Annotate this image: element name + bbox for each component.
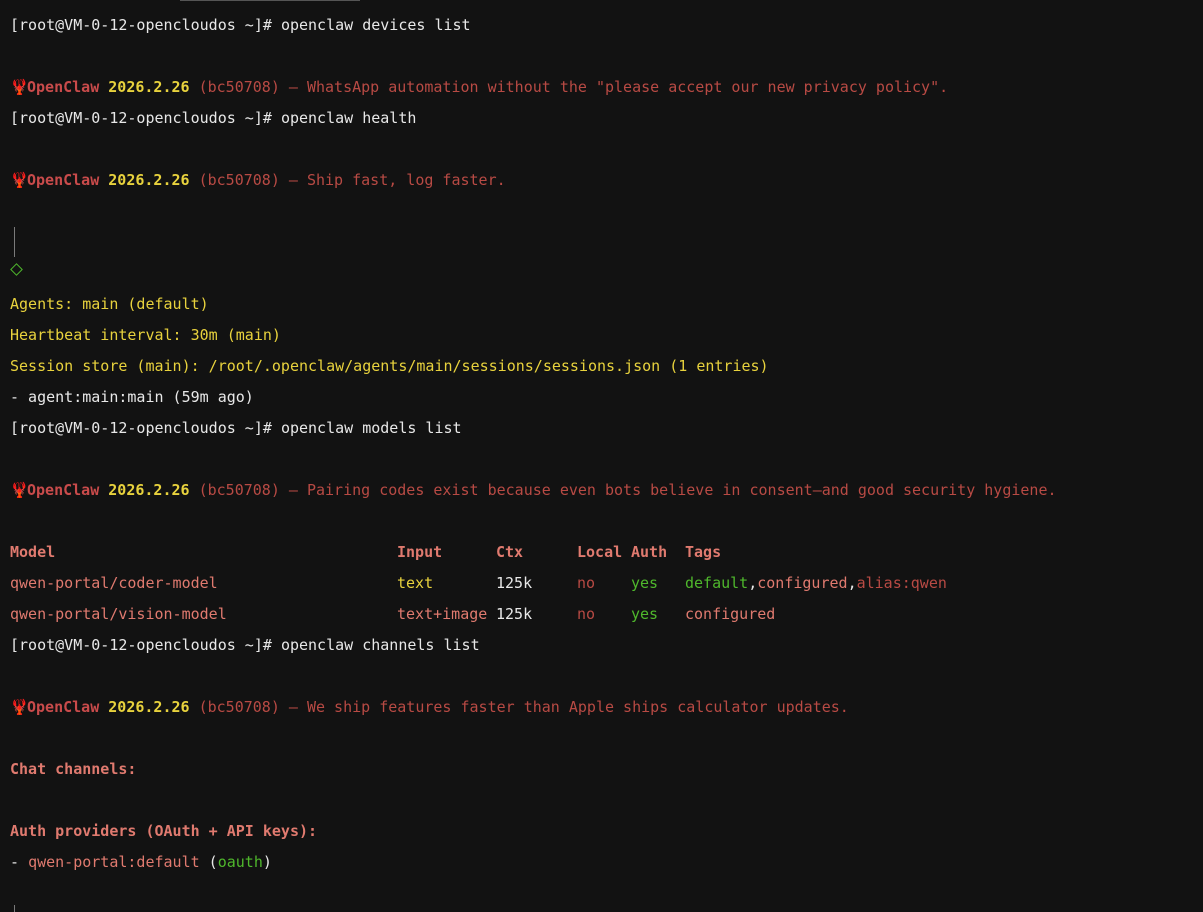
- dash: —: [288, 78, 298, 96]
- col-header-input: Input: [397, 543, 443, 561]
- command-text: openclaw channels list: [280, 636, 480, 654]
- brand-name: OpenClaw: [27, 481, 100, 499]
- model-tags: configured: [685, 605, 776, 623]
- tree-line-icon: [14, 227, 15, 257]
- shell-prompt: [root@VM-0-12-opencloudos ~]#: [10, 419, 281, 437]
- tagline: Ship fast, log faster.: [306, 171, 506, 189]
- auth-providers-heading: Auth providers (OAuth + API keys):: [10, 822, 318, 840]
- model-ctx: 125k: [496, 605, 533, 623]
- provider-name: qwen-portal:default: [28, 853, 200, 871]
- col-header-model: Model: [10, 543, 56, 561]
- version: 2026.2.26: [108, 171, 190, 189]
- build-hash: (bc50708): [198, 698, 280, 716]
- tag-default: default: [685, 574, 749, 592]
- lobster-icon: 🦞: [10, 171, 29, 189]
- tag-separator: ,: [748, 574, 758, 592]
- provider-method: oauth: [217, 853, 263, 871]
- brand-name: OpenClaw: [27, 78, 100, 96]
- command-text: openclaw health: [280, 109, 417, 127]
- col-header-ctx: Ctx: [496, 543, 524, 561]
- tagline: WhatsApp automation without the "please …: [306, 78, 949, 96]
- build-hash: (bc50708): [198, 481, 280, 499]
- brand-name: OpenClaw: [27, 698, 100, 716]
- shell-prompt: [root@VM-0-12-opencloudos ~]#: [10, 16, 281, 34]
- model-auth: yes: [631, 574, 659, 592]
- dash: —: [288, 171, 298, 189]
- model-local: no: [577, 605, 596, 623]
- command-line-models: [root@VM-0-12-opencloudos ~]# openclaw m…: [10, 413, 462, 444]
- lobster-icon: 🦞: [10, 698, 29, 716]
- health-agents: Agents: main (default): [10, 295, 209, 313]
- model-input: text: [397, 574, 434, 592]
- lobster-icon: 🦞: [10, 481, 29, 499]
- banner-models: 🦞OpenClaw 2026.2.26 (bc50708) — Pairing …: [10, 475, 1057, 506]
- dash: —: [288, 481, 298, 499]
- tag-configured: configured: [757, 574, 848, 592]
- terminal-window[interactable]: [root@VM-0-12-opencloudos ~]# openclaw d…: [0, 0, 1203, 912]
- health-agent-item: - agent:main:main (59m ago): [10, 388, 254, 406]
- model-name: qwen-portal/vision-model: [10, 605, 227, 623]
- version: 2026.2.26: [108, 698, 190, 716]
- col-header-auth: Auth: [631, 543, 668, 561]
- shell-prompt: [root@VM-0-12-opencloudos ~]#: [10, 636, 281, 654]
- table-row: qwen-portal/vision-model text+image 125k…: [10, 599, 1190, 630]
- banner-health: 🦞OpenClaw 2026.2.26 (bc50708) — Ship fas…: [10, 165, 506, 196]
- model-tags: default,configured,alias:qwen: [685, 568, 947, 599]
- lobster-icon: 🦞: [10, 78, 29, 96]
- command-text: openclaw models list: [280, 419, 462, 437]
- command-line-health: [root@VM-0-12-opencloudos ~]# openclaw h…: [10, 103, 416, 134]
- tag-separator: ,: [847, 574, 857, 592]
- model-local: no: [577, 574, 596, 592]
- diamond-icon: [10, 263, 23, 276]
- model-input: text+image: [397, 605, 488, 623]
- build-hash: (bc50708): [198, 78, 280, 96]
- command-line-devices: [root@VM-0-12-opencloudos ~]# openclaw d…: [10, 10, 471, 41]
- paren-close: ): [262, 853, 272, 871]
- health-session-store: Session store (main): /root/.openclaw/ag…: [10, 357, 769, 375]
- command-text: openclaw devices list: [280, 16, 471, 34]
- tree-line-icon: [14, 905, 15, 912]
- auth-provider-item: - qwen-portal:default (oauth): [10, 847, 272, 878]
- paren-open: (: [199, 853, 218, 871]
- model-auth: yes: [631, 605, 659, 623]
- previous-output-edge: [180, 0, 360, 1]
- dash: —: [288, 698, 298, 716]
- brand-name: OpenClaw: [27, 171, 100, 189]
- col-header-local: Local: [577, 543, 623, 561]
- build-hash: (bc50708): [198, 171, 280, 189]
- chat-channels-heading: Chat channels:: [10, 760, 137, 778]
- tag-alias: alias:qwen: [856, 574, 947, 592]
- tagline: Pairing codes exist because even bots be…: [306, 481, 1057, 499]
- col-header-tags: Tags: [685, 543, 722, 561]
- models-table-header: Model Input Ctx Local Auth Tags: [10, 537, 1190, 568]
- command-line-channels: [root@VM-0-12-opencloudos ~]# openclaw c…: [10, 630, 480, 661]
- shell-prompt: [root@VM-0-12-opencloudos ~]#: [10, 109, 281, 127]
- table-row: qwen-portal/coder-model text 125k no yes…: [10, 568, 1190, 599]
- banner-channels: 🦞OpenClaw 2026.2.26 (bc50708) — We ship …: [10, 692, 849, 723]
- list-bullet: -: [10, 853, 29, 871]
- version: 2026.2.26: [108, 78, 190, 96]
- model-name: qwen-portal/coder-model: [10, 574, 218, 592]
- version: 2026.2.26: [108, 481, 190, 499]
- tagline: We ship features faster than Apple ships…: [306, 698, 849, 716]
- health-heartbeat: Heartbeat interval: 30m (main): [10, 326, 281, 344]
- banner-devices: 🦞OpenClaw 2026.2.26 (bc50708) — WhatsApp…: [10, 72, 948, 103]
- model-ctx: 125k: [496, 574, 533, 592]
